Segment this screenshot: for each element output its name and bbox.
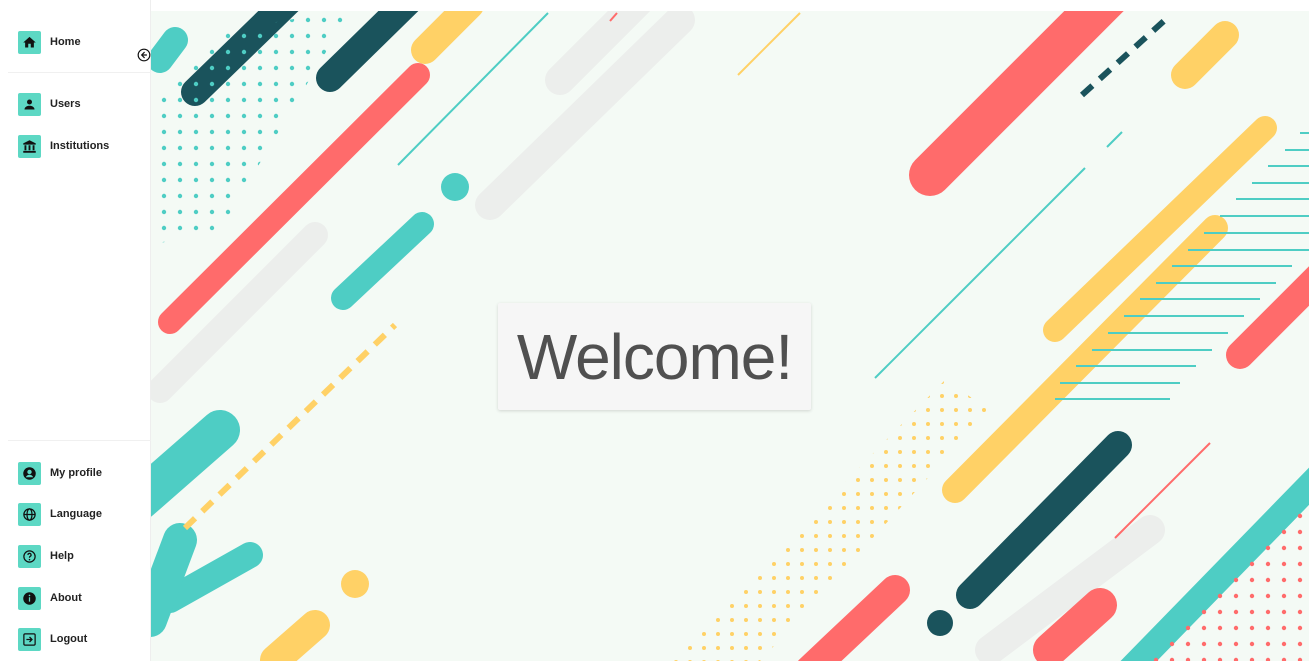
logout-icon	[18, 627, 41, 651]
sidebar-item-home[interactable]: Home	[18, 30, 81, 54]
institution-icon	[18, 134, 41, 158]
sidebar-item-my-profile[interactable]: My profile	[18, 461, 102, 485]
sidebar-item-help[interactable]: Help	[18, 544, 74, 568]
sidebar-item-institutions[interactable]: Institutions	[18, 134, 109, 158]
info-icon	[18, 586, 41, 610]
sidebar-item-logout[interactable]: Logout	[18, 627, 87, 651]
sidebar-item-about[interactable]: About	[18, 586, 82, 610]
home-icon	[18, 30, 41, 54]
globe-icon	[18, 502, 41, 526]
help-icon	[18, 544, 41, 568]
sidebar-item-label: Institutions	[50, 140, 110, 152]
sidebar-item-label: Home	[50, 36, 81, 48]
welcome-card: Welcome!	[498, 303, 811, 410]
sidebar: Home Users Institutions My profile Langu…	[0, 0, 151, 661]
sidebar-item-label: Users	[50, 98, 81, 110]
sidebar-item-label: Logout	[50, 633, 88, 645]
sidebar-item-label: Language	[50, 508, 102, 520]
sidebar-item-label: My profile	[50, 467, 102, 479]
user-icon	[18, 92, 41, 116]
sidebar-divider	[8, 72, 151, 73]
sidebar-item-users[interactable]: Users	[18, 92, 81, 116]
collapse-arrow-icon[interactable]	[137, 48, 151, 62]
sidebar-divider	[8, 440, 151, 441]
welcome-heading: Welcome!	[516, 320, 793, 393]
account-circle-icon	[18, 461, 41, 485]
sidebar-item-label: About	[50, 592, 82, 604]
sidebar-item-label: Help	[50, 550, 74, 562]
sidebar-item-language[interactable]: Language	[18, 502, 102, 526]
